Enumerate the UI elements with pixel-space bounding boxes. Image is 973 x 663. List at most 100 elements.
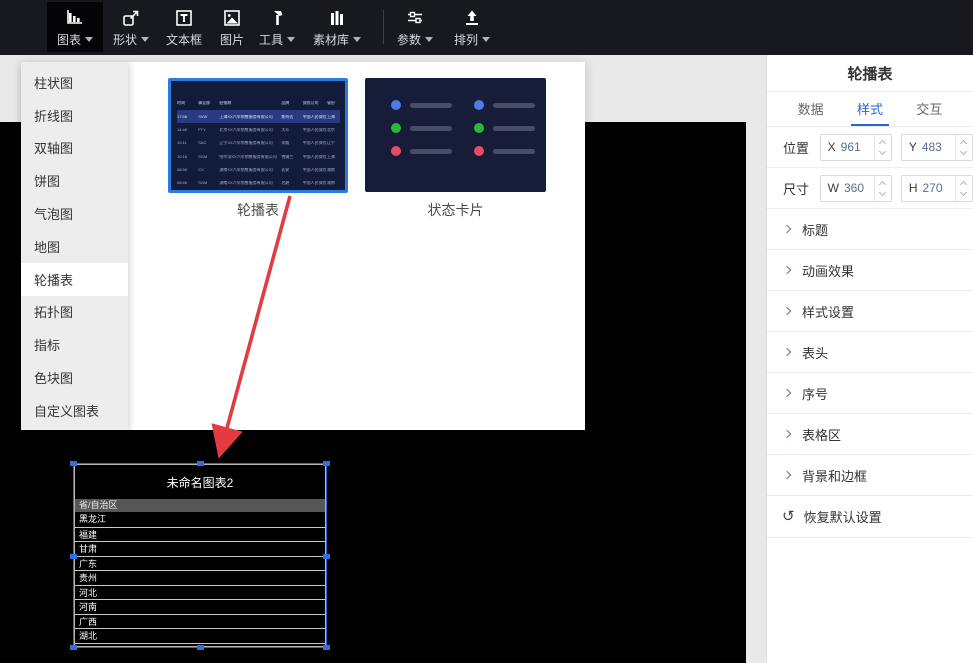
width-input[interactable]: W 360 bbox=[819, 174, 892, 202]
carousel-table-chart[interactable]: 未命名图表2 省/自治区 黑龙江 福建 甘肃 广东 贵州 河北 河南 广西 湖北 bbox=[74, 464, 326, 647]
y-value: 483 bbox=[921, 140, 942, 154]
chart-menu-item[interactable]: 轮播表 bbox=[21, 262, 128, 296]
chevron-right-icon bbox=[782, 429, 792, 439]
toolbar-library-button[interactable]: 素材库 bbox=[306, 2, 368, 52]
status-card[interactable] bbox=[365, 78, 546, 192]
inspector-section-header[interactable]: 标题 bbox=[767, 209, 973, 250]
chart-row: 贵州 bbox=[75, 570, 325, 585]
mini-table-row: 10:18 SGM 哈尔滨XX汽车销售服务有限公司 雪佛兰 中国人民保险 上海 bbox=[177, 154, 335, 159]
toolbar-charts-button[interactable]: 图表 bbox=[47, 2, 103, 52]
top-toolbar: 图表 形状 文本框 图片 工具 素材库 参数 排列 bbox=[0, 0, 973, 55]
mini-table-body: 17:58 SVW 上海XX汽车销售服务有限公司 斯柯达 中国人民保险 上海 14:48… bbox=[177, 110, 340, 190]
chart-menu-item[interactable]: 折线图 bbox=[21, 99, 128, 132]
chart-menu-item[interactable]: 指标 bbox=[21, 328, 128, 361]
resize-handle-bottom-left[interactable] bbox=[70, 645, 77, 650]
mini-table-row: 08:58 CX 湖南XX汽车销售服务有限公司 长安 中国人民保险 湖南 bbox=[177, 167, 335, 172]
selected-chart-element[interactable]: 未命名图表2 省/自治区 黑龙江 福建 甘肃 广东 贵州 河北 河南 广西 湖北 bbox=[70, 461, 330, 650]
inspector-tab[interactable]: 数据 bbox=[792, 92, 830, 126]
inspector-tab[interactable]: 样式 bbox=[850, 92, 889, 126]
status-dot-icon bbox=[391, 146, 401, 156]
image-icon bbox=[222, 6, 242, 28]
status-entry bbox=[474, 123, 535, 133]
y-stepper[interactable] bbox=[954, 134, 972, 160]
w-value: 360 bbox=[843, 181, 864, 195]
chart-menu-item[interactable]: 双轴图 bbox=[21, 132, 128, 165]
chart-row: 黑龙江 bbox=[79, 514, 107, 524]
chevron-right-icon bbox=[782, 388, 792, 398]
inspector-sections: 标题 动画效果 样式设置 表头 序号 表格区 背景和边框 bbox=[767, 209, 973, 496]
position-y-input[interactable]: Y 483 bbox=[900, 133, 973, 161]
height-input[interactable]: H 270 bbox=[900, 174, 973, 202]
chart-menu-item[interactable]: 饼图 bbox=[21, 164, 128, 197]
status-dot-icon bbox=[391, 123, 401, 133]
chart-row: 福建 bbox=[75, 526, 325, 542]
mini-table-row: 08:58 SGM 湖南XX汽车销售服务有限公司 名爵 中国人民保险 湖南 bbox=[177, 181, 335, 186]
toolbar-label: 参数 bbox=[396, 33, 421, 47]
reset-defaults-button[interactable]: ↺ 恢复默认设置 bbox=[767, 496, 973, 538]
w-stepper[interactable] bbox=[873, 175, 891, 201]
chart-type-menu: 柱状图 折线图 双轴图 饼图 气泡图 地图 轮播表 拓扑图 指标 色块图 自定义… bbox=[21, 62, 128, 430]
toolbar-parameters-button[interactable]: 参数 bbox=[392, 2, 438, 52]
chart-row: 甘肃 bbox=[75, 541, 325, 556]
resize-handle-top-left[interactable] bbox=[70, 461, 77, 466]
inspector-title: 轮播表 bbox=[767, 55, 973, 92]
inspector-section-header[interactable]: 动画效果 bbox=[767, 250, 973, 291]
mini-table-header: 时间 事业部 经销商 品牌 保险公司 省份 bbox=[177, 100, 335, 105]
status-entry bbox=[391, 146, 452, 156]
toolbar-textbox-button[interactable]: 文本框 bbox=[159, 2, 209, 52]
arrange-up-icon bbox=[462, 6, 482, 28]
resize-handle-bottom-right[interactable] bbox=[323, 645, 330, 650]
mini-table-row: 14:48 FTY 北京XX汽车销售服务有限公司 大众 中国人民保险 北京 bbox=[177, 127, 335, 132]
inspector-section-header[interactable]: 表格区 bbox=[767, 414, 973, 455]
toolbar-label: 图片 bbox=[219, 33, 244, 47]
toolbar-label: 素材库 bbox=[312, 33, 349, 47]
chart-menu-item[interactable]: 拓扑图 bbox=[21, 296, 128, 329]
position-x-input[interactable]: X 961 bbox=[819, 133, 892, 161]
chart-row: 河南 bbox=[75, 599, 325, 614]
status-entry bbox=[474, 100, 535, 110]
toolbar-tools-button[interactable]: 工具 bbox=[254, 2, 300, 52]
resize-handle-top-right[interactable] bbox=[323, 461, 330, 466]
caret-down-icon bbox=[141, 37, 149, 42]
h-stepper[interactable] bbox=[954, 175, 972, 201]
carousel-table-card[interactable]: 时间 事业部 经销商 品牌 保险公司 省份 17:58 SVW 上海XX汽车销售服务… bbox=[168, 78, 348, 193]
status-dot-icon bbox=[474, 123, 484, 133]
status-entry bbox=[391, 123, 452, 133]
shape-export-icon bbox=[121, 6, 141, 28]
inspector-section-header[interactable]: 样式设置 bbox=[767, 291, 973, 332]
chevron-right-icon bbox=[782, 306, 792, 316]
chart-column-header: 省/自治区 bbox=[75, 499, 325, 512]
caret-down-icon bbox=[287, 37, 295, 42]
inspector-section-header[interactable]: 背景和边框 bbox=[767, 455, 973, 496]
chart-menu-item[interactable]: 地图 bbox=[21, 230, 128, 263]
resize-handle-middle-right[interactable] bbox=[323, 554, 330, 559]
inspector-section-header[interactable]: 表头 bbox=[767, 332, 973, 373]
toolbar-label: 工具 bbox=[258, 33, 283, 47]
resize-handle-bottom-middle[interactable] bbox=[197, 645, 204, 650]
x-value: 961 bbox=[840, 140, 861, 154]
chart-row: 河北 bbox=[75, 584, 325, 600]
chart-menu-item[interactable]: 自定义图表 bbox=[21, 394, 128, 427]
chart-menu-item[interactable]: 柱状图 bbox=[21, 66, 128, 99]
hammer-icon bbox=[267, 6, 287, 28]
caret-down-icon bbox=[85, 37, 93, 42]
inspector-tab[interactable]: 交互 bbox=[910, 92, 948, 126]
status-dot-icon bbox=[474, 100, 484, 110]
chart-menu-item[interactable]: 色块图 bbox=[21, 361, 128, 394]
toolbar-arrange-button[interactable]: 排列 bbox=[448, 2, 496, 52]
reset-icon: ↺ bbox=[782, 508, 795, 525]
sliders-icon bbox=[405, 6, 425, 28]
toolbar-shapes-button[interactable]: 形状 bbox=[107, 2, 155, 52]
toolbar-label: 文本框 bbox=[165, 33, 202, 47]
status-dot-icon bbox=[474, 146, 484, 156]
resize-handle-top-middle[interactable] bbox=[197, 461, 204, 466]
x-stepper[interactable] bbox=[873, 134, 891, 160]
w-label: W bbox=[827, 181, 839, 195]
inspector-section-header[interactable]: 序号 bbox=[767, 373, 973, 414]
status-bar bbox=[493, 102, 535, 108]
toolbar-label: 形状 bbox=[112, 33, 137, 47]
chart-menu-item[interactable]: 气泡图 bbox=[21, 197, 128, 230]
resize-handle-middle-left[interactable] bbox=[70, 554, 77, 559]
x-label: X bbox=[827, 140, 836, 154]
toolbar-image-button[interactable]: 图片 bbox=[212, 2, 252, 52]
